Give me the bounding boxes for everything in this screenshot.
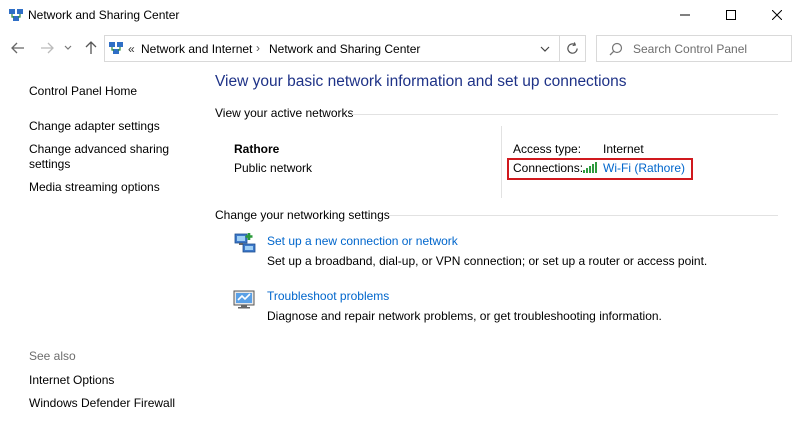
see-also-label: See also: [29, 349, 76, 363]
left-nav-pane: Control Panel Home Change adapter settin…: [0, 68, 200, 429]
search-box[interactable]: [596, 35, 792, 62]
access-type-label: Access type:: [513, 142, 582, 156]
troubleshoot-icon: [233, 290, 255, 309]
title-bar: Network and Sharing Center: [0, 0, 800, 30]
minimize-icon: [680, 14, 690, 16]
breadcrumb-separator[interactable]: ›: [256, 41, 260, 55]
recent-locations-button[interactable]: [62, 39, 74, 57]
network-center-icon: [9, 9, 23, 21]
up-arrow-icon: [85, 41, 97, 54]
main-content: View your basic network information and …: [200, 68, 800, 429]
windows-defender-firewall-link[interactable]: Windows Defender Firewall: [29, 396, 175, 411]
close-icon: [772, 10, 782, 20]
back-arrow-icon: [11, 42, 24, 54]
breadcrumb-overflow[interactable]: «: [128, 42, 135, 56]
new-connection-icon: [234, 233, 256, 253]
chevron-down-icon: [540, 46, 550, 52]
address-bar[interactable]: « Network and Internet › Network and Sha…: [104, 35, 560, 62]
chevron-down-icon: [64, 45, 72, 50]
minimize-button[interactable]: [662, 0, 708, 30]
forward-arrow-icon: [41, 42, 54, 54]
navigation-bar: « Network and Internet › Network and Sha…: [0, 30, 800, 68]
address-dropdown-button[interactable]: [535, 40, 555, 58]
search-input[interactable]: [633, 41, 783, 57]
refresh-button[interactable]: [560, 35, 586, 62]
forward-button[interactable]: [38, 39, 56, 57]
search-icon: [609, 42, 623, 56]
wifi-connection-link[interactable]: Wi-Fi (Rathore): [603, 161, 685, 175]
access-type-value: Internet: [603, 142, 644, 156]
vertical-divider: [501, 126, 502, 198]
breadcrumb-network-and-sharing-center[interactable]: Network and Sharing Center: [269, 42, 420, 56]
section-divider: [352, 114, 778, 115]
troubleshoot-problems-description: Diagnose and repair network problems, or…: [267, 309, 662, 323]
change-adapter-settings-link[interactable]: Change adapter settings: [29, 119, 160, 134]
back-button[interactable]: [9, 39, 27, 57]
close-button[interactable]: [754, 0, 800, 30]
active-networks-header: View your active networks: [215, 106, 354, 120]
refresh-icon: [567, 42, 578, 54]
breadcrumb-network-and-internet[interactable]: Network and Internet: [141, 42, 252, 56]
network-type[interactable]: Public network: [234, 161, 312, 175]
maximize-icon: [726, 10, 736, 20]
change-settings-header: Change your networking settings: [215, 208, 390, 222]
change-advanced-sharing-settings-link[interactable]: Change advanced sharing settings: [29, 142, 189, 172]
up-button[interactable]: [82, 39, 100, 57]
troubleshoot-problems-link[interactable]: Troubleshoot problems: [267, 289, 389, 303]
internet-options-link[interactable]: Internet Options: [29, 373, 114, 388]
network-name: Rathore: [234, 142, 280, 156]
page-title: View your basic network information and …: [215, 73, 627, 90]
connections-label: Connections:: [513, 161, 584, 175]
wifi-signal-icon: [583, 162, 597, 173]
window-title: Network and Sharing Center: [28, 8, 180, 22]
control-panel-home-link[interactable]: Control Panel Home: [29, 84, 137, 99]
section-divider: [388, 215, 778, 216]
media-streaming-options-link[interactable]: Media streaming options: [29, 180, 160, 195]
setup-new-connection-link[interactable]: Set up a new connection or network: [267, 234, 458, 248]
setup-new-connection-description: Set up a broadband, dial-up, or VPN conn…: [267, 254, 708, 268]
maximize-button[interactable]: [708, 0, 754, 30]
network-center-icon: [109, 42, 123, 54]
